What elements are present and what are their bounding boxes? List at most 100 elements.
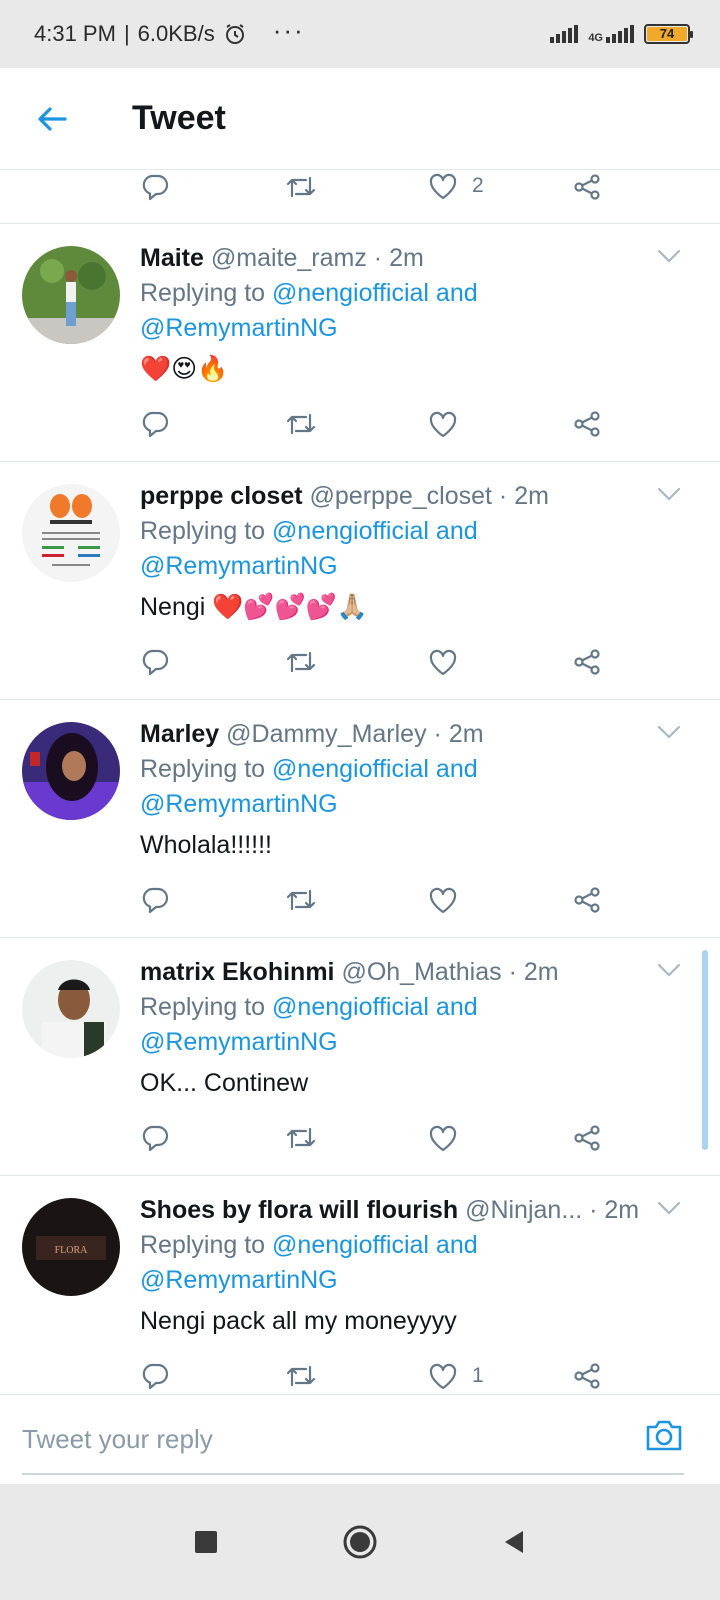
reply-button[interactable] (140, 1123, 284, 1153)
reply-icon (142, 649, 169, 676)
home-button[interactable] (338, 1520, 382, 1564)
avatar[interactable] (22, 246, 120, 344)
share-button[interactable] (572, 172, 716, 202)
tweet-menu-button[interactable] (656, 248, 682, 269)
display-name[interactable]: Maite (140, 244, 204, 272)
reply-input-underline (22, 1473, 684, 1475)
share-button[interactable] (572, 647, 716, 677)
system-nav-bar (0, 1484, 720, 1600)
reply-tweet[interactable]: perppe closet @perppe_closet · 2m Replyi… (0, 462, 720, 700)
reply-button[interactable] (140, 1361, 284, 1391)
avatar-logo (22, 484, 120, 582)
display-name[interactable]: Marley (140, 720, 219, 748)
reply-button[interactable] (140, 885, 284, 915)
display-name[interactable]: perppe closet (140, 482, 303, 510)
avatar[interactable] (22, 722, 120, 820)
network-type: 4G (588, 32, 603, 44)
mention-link[interactable]: @nengiofficial and (272, 993, 478, 1021)
like-button[interactable] (428, 648, 572, 676)
user-handle[interactable]: @Dammy_Marley (226, 720, 426, 748)
back-button[interactable] (22, 89, 82, 149)
display-name[interactable]: matrix Ekohinmi (140, 958, 335, 986)
mention-link[interactable]: @nengiofficial and (272, 279, 478, 307)
user-handle[interactable]: @perppe_closet (310, 482, 492, 510)
retweet-icon (286, 651, 316, 673)
share-button[interactable] (572, 409, 716, 439)
mention-link[interactable]: @nengiofficial and (272, 517, 478, 545)
replying-to-label: Replying to (140, 993, 266, 1021)
like-button[interactable] (428, 410, 572, 438)
display-name[interactable]: Shoes by flora will flourish (140, 1196, 458, 1224)
heart-icon (429, 649, 457, 676)
scrollbar-thumb[interactable] (702, 950, 708, 1150)
retweet-icon (286, 889, 316, 911)
mention-link[interactable]: @RemymartinNG (140, 314, 338, 342)
reply-button[interactable] (140, 172, 284, 202)
retweet-button[interactable] (284, 885, 428, 915)
tweet-body: matrix Ekohinmi @Oh_Mathias · 2m Replyin… (140, 954, 680, 1102)
chevron-down-icon (657, 1201, 681, 1215)
mention-link[interactable]: @nengiofficial and (272, 1231, 478, 1259)
like-button[interactable]: 1 (428, 1362, 572, 1390)
retweet-button[interactable] (284, 647, 428, 677)
user-handle[interactable]: @Oh_Mathias (341, 958, 501, 986)
like-button[interactable] (428, 886, 572, 914)
recents-button[interactable] (184, 1520, 228, 1564)
page-title: Tweet (132, 99, 226, 137)
reply-input[interactable] (22, 1411, 622, 1467)
status-time: 4:31 PM (34, 21, 116, 46)
share-button[interactable] (572, 1123, 716, 1153)
avatar[interactable] (22, 960, 120, 1058)
like-button[interactable] (428, 1124, 572, 1152)
tweet-menu-button[interactable] (656, 724, 682, 745)
reply-icon (142, 1125, 169, 1152)
user-handle[interactable]: @Ninjan... (465, 1196, 582, 1224)
back-nav-button[interactable] (492, 1520, 536, 1564)
tweet-menu-button[interactable] (656, 1200, 682, 1221)
separator-dot: · (433, 720, 442, 748)
reply-tweet[interactable]: matrix Ekohinmi @Oh_Mathias · 2m Replyin… (0, 938, 720, 1176)
avatar[interactable] (22, 484, 120, 582)
retweet-button[interactable] (284, 172, 428, 202)
timestamp: 2m (523, 958, 559, 986)
share-icon (574, 1125, 600, 1151)
mention-link[interactable]: @RemymartinNG (140, 1028, 338, 1056)
mention-link[interactable]: @RemymartinNG (140, 552, 338, 580)
reply-button[interactable] (140, 647, 284, 677)
cellular-signal: 4G (588, 25, 634, 44)
mention-link[interactable]: @RemymartinNG (140, 1266, 338, 1294)
timestamp: 2m (448, 720, 484, 748)
timestamp: 2m (514, 482, 549, 510)
retweet-button[interactable] (284, 1361, 428, 1391)
like-button[interactable]: 2 (428, 172, 572, 200)
alarm-icon (225, 24, 244, 44)
camera-button[interactable] (644, 1417, 684, 1458)
app-header: Tweet (0, 68, 720, 170)
reply-button[interactable] (140, 409, 284, 439)
reply-tweet[interactable]: FLORA Shoes by flora will flourish @Ninj… (0, 1176, 720, 1414)
reply-tweet[interactable]: Marley @Dammy_Marley · 2m Replying to @n… (0, 700, 720, 938)
reply-feed[interactable]: 2 Maite @maite_ramz · 2m Replying to @ne… (0, 170, 720, 1420)
tweet-menu-button[interactable] (656, 486, 682, 507)
avatar[interactable]: FLORA (22, 1198, 120, 1296)
share-button[interactable] (572, 1361, 716, 1391)
heart-icon (429, 887, 457, 914)
share-button[interactable] (572, 885, 716, 915)
tweet-header: Marley @Dammy_Marley · 2m (140, 716, 680, 752)
chevron-down-icon (657, 487, 681, 501)
retweet-button[interactable] (284, 1123, 428, 1153)
tweet-header: Maite @maite_ramz · 2m (140, 240, 680, 276)
reply-tweet[interactable]: Maite @maite_ramz · 2m Replying to @neng… (0, 224, 720, 462)
mention-link[interactable]: @nengiofficial and (272, 755, 478, 783)
user-handle[interactable]: @maite_ramz (211, 244, 367, 272)
tweet-menu-button[interactable] (656, 962, 682, 983)
share-icon (574, 887, 600, 913)
replying-to-label: Replying to (140, 279, 266, 307)
triangle-back-icon (505, 1531, 523, 1553)
retweet-button[interactable] (284, 409, 428, 439)
mention-link[interactable]: @RemymartinNG (140, 790, 338, 818)
chevron-down-icon (657, 725, 681, 739)
more-notifications-icon: ··· (272, 14, 305, 45)
status-speed: 6.0KB/s (137, 21, 215, 46)
share-icon (574, 411, 600, 437)
